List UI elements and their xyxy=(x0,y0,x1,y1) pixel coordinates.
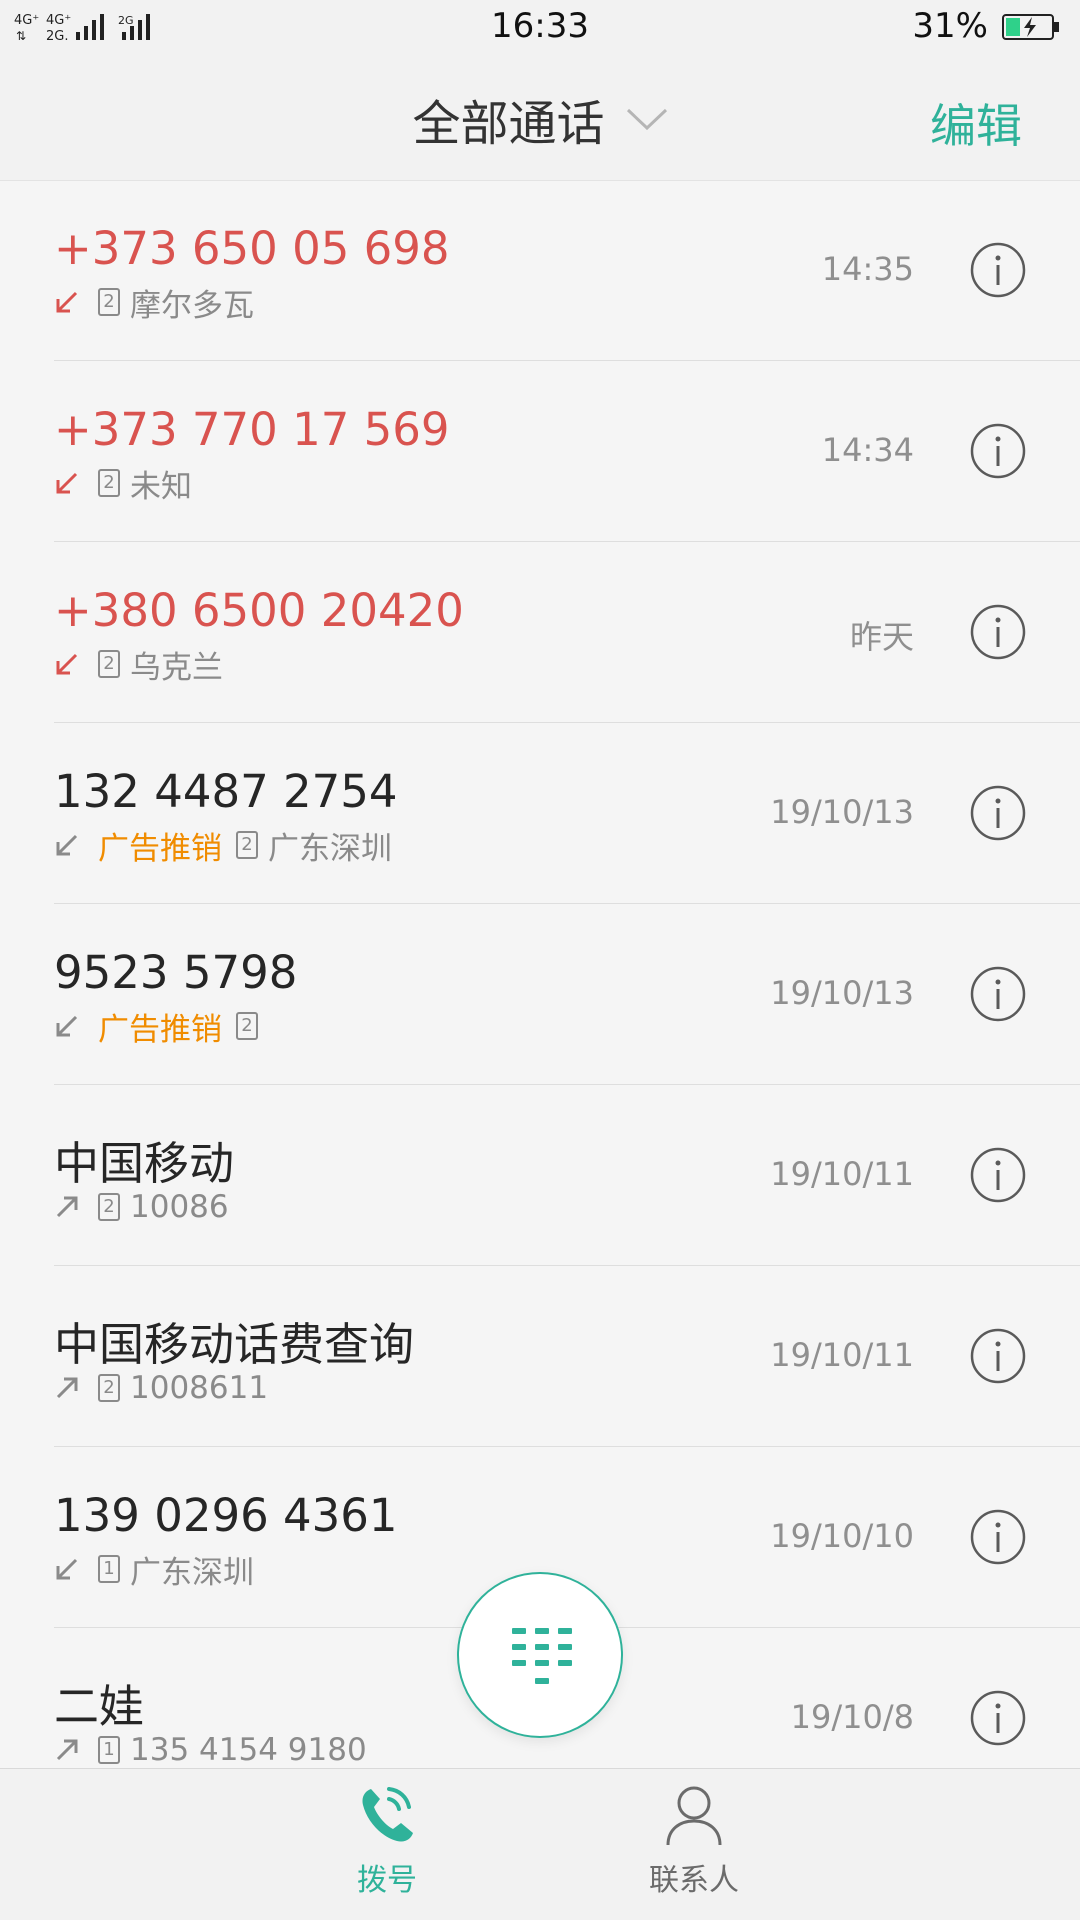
missed-call-icon xyxy=(56,472,78,494)
call-subline: 广告推销 2 广东深圳 xyxy=(54,825,392,867)
call-detail: 广东深圳 xyxy=(268,830,392,867)
outgoing-call-icon xyxy=(56,1739,78,1761)
call-time: 19/10/11 xyxy=(770,1155,914,1193)
edit-button[interactable]: 编辑 xyxy=(930,90,1022,156)
call-detail: 1008611 xyxy=(130,1370,269,1406)
call-name: 139 0296 4361 xyxy=(54,1489,398,1542)
call-time: 19/10/10 xyxy=(770,1517,914,1555)
missed-call-icon xyxy=(56,291,78,313)
call-log-row[interactable]: +373 650 05 698 2 摩尔多瓦 14:35 xyxy=(54,180,1080,361)
incoming-call-icon xyxy=(56,834,78,856)
call-log-row[interactable]: 132 4487 2754 广告推销 2 广东深圳 19/10/13 xyxy=(54,723,1080,904)
call-time: 19/10/11 xyxy=(770,1336,914,1374)
call-log-row[interactable]: 9523 5798 广告推销 2 19/10/13 xyxy=(54,904,1080,1085)
missed-call-icon xyxy=(56,653,78,675)
call-time: 19/10/13 xyxy=(770,793,914,831)
info-circle-icon[interactable] xyxy=(970,966,1026,1022)
call-name: 9523 5798 xyxy=(54,946,298,999)
call-subline: 1 135 4154 9180 xyxy=(54,1730,367,1768)
call-name: 132 4487 2754 xyxy=(54,765,398,818)
call-time: 19/10/8 xyxy=(790,1698,914,1736)
sim-card-icon: 1 xyxy=(98,1736,120,1764)
incoming-call-icon xyxy=(56,1558,78,1580)
battery-percent: 31% xyxy=(912,6,988,46)
outgoing-call-icon xyxy=(56,1196,78,1218)
call-subline: 1 广东深圳 xyxy=(54,1549,254,1591)
call-name: 二娃 xyxy=(54,1680,145,1733)
info-circle-icon[interactable] xyxy=(970,785,1026,841)
call-detail: 广东深圳 xyxy=(130,1554,254,1591)
bottom-navigation: 拨号 联系人 xyxy=(0,1768,1080,1920)
sim-card-icon: 2 xyxy=(98,650,120,678)
call-detail: 135 4154 9180 xyxy=(130,1732,367,1768)
call-log-row[interactable]: 中国移动话费查询 2 1008611 19/10/11 xyxy=(54,1266,1080,1447)
call-subline: 2 摩尔多瓦 xyxy=(54,282,254,324)
info-circle-icon[interactable] xyxy=(970,242,1026,298)
page-title: 全部通话 xyxy=(412,96,605,152)
call-time: 昨天 xyxy=(849,618,914,656)
tab-dial-label: 拨号 xyxy=(357,1863,417,1898)
sim-card-icon: 2 xyxy=(98,288,120,316)
call-time: 14:34 xyxy=(821,431,914,469)
info-circle-icon[interactable] xyxy=(970,423,1026,479)
call-detail: 乌克兰 xyxy=(130,649,223,686)
call-name: +380 6500 20420 xyxy=(54,584,464,637)
call-detail: 摩尔多瓦 xyxy=(130,287,254,324)
info-circle-icon[interactable] xyxy=(970,1690,1026,1746)
status-bar: 4G⁺ ⇅ 4G⁺ 2G. 2G 16:33 31% xyxy=(0,0,1080,54)
dialpad-icon xyxy=(512,1628,572,1684)
chevron-down-icon xyxy=(626,108,667,131)
sim-card-icon: 2 xyxy=(98,1193,120,1221)
dialpad-button[interactable] xyxy=(457,1572,623,1738)
call-subline: 2 1008611 xyxy=(54,1368,268,1408)
call-subline: 2 10086 xyxy=(54,1187,229,1227)
sim-card-icon: 2 xyxy=(236,831,258,859)
info-circle-icon[interactable] xyxy=(970,1509,1026,1565)
call-log-row[interactable]: 中国移动 2 10086 19/10/11 xyxy=(54,1085,1080,1266)
call-name: 中国移动 xyxy=(54,1137,235,1190)
call-log-row[interactable]: +373 770 17 569 2 未知 14:34 xyxy=(54,361,1080,542)
call-subline: 2 未知 xyxy=(54,463,192,505)
info-circle-icon[interactable] xyxy=(970,604,1026,660)
call-name: +373 770 17 569 xyxy=(54,403,450,456)
call-time: 19/10/13 xyxy=(770,974,914,1012)
info-circle-icon[interactable] xyxy=(970,1147,1026,1203)
sim-card-icon: 2 xyxy=(236,1012,258,1040)
sim-card-icon: 2 xyxy=(98,1374,120,1402)
call-subline: 广告推销 2 xyxy=(54,1006,268,1048)
call-log-row[interactable]: +380 6500 20420 2 乌克兰 昨天 xyxy=(54,542,1080,723)
sim-card-icon: 2 xyxy=(98,469,120,497)
call-detail: 10086 xyxy=(130,1189,229,1225)
tab-dial[interactable]: 拨号 xyxy=(287,1783,487,1899)
call-log-screen: 4G⁺ ⇅ 4G⁺ 2G. 2G 16:33 31% 全部通话 编辑 +373 … xyxy=(0,0,1080,1920)
call-filter-dropdown[interactable]: 全部通话 xyxy=(0,84,1080,154)
call-log-list[interactable]: +373 650 05 698 2 摩尔多瓦 14:35 +373 770 17 569… xyxy=(0,180,1080,1768)
person-icon xyxy=(666,1786,722,1846)
info-circle-icon[interactable] xyxy=(970,1328,1026,1384)
call-time: 14:35 xyxy=(821,250,914,288)
call-name: 中国移动话费查询 xyxy=(54,1318,415,1371)
incoming-call-icon xyxy=(56,1015,78,1037)
battery-charging-icon xyxy=(1002,14,1059,40)
call-name: +373 650 05 698 xyxy=(54,222,450,275)
phone-icon xyxy=(362,1787,413,1842)
spam-tag: 广告推销 xyxy=(98,1011,222,1048)
sim-card-icon: 1 xyxy=(98,1555,120,1583)
call-subline: 2 乌克兰 xyxy=(54,644,223,686)
outgoing-call-icon xyxy=(56,1377,78,1399)
app-header: 全部通话 编辑 xyxy=(0,54,1080,181)
call-detail: 未知 xyxy=(130,468,192,505)
spam-tag: 广告推销 xyxy=(98,830,222,867)
tab-contacts[interactable]: 联系人 xyxy=(594,1783,794,1899)
tab-contacts-label: 联系人 xyxy=(649,1863,739,1898)
